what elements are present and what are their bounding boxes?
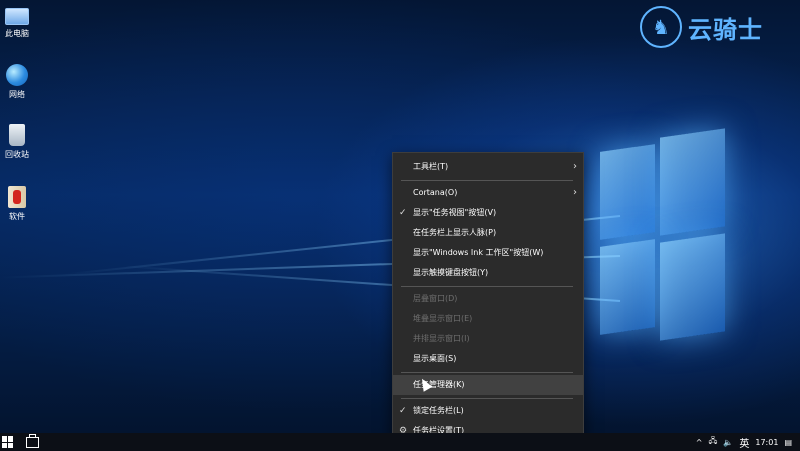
- menu-item-toolbars[interactable]: 工具栏(T) ›: [393, 157, 583, 177]
- tray-overflow-chevron[interactable]: ^: [696, 438, 703, 447]
- menu-item-cascade-windows: 层叠窗口(D): [393, 289, 583, 309]
- windows-logo-graphic: [600, 128, 725, 343]
- windows-start-icon[interactable]: [2, 436, 14, 448]
- software-folder-icon: [8, 186, 26, 208]
- desktop-icon-this-pc[interactable]: 此电脑: [2, 4, 32, 39]
- network-icon: [6, 64, 28, 86]
- watermark: ♞ 云骑士: [640, 6, 763, 48]
- checkmark-icon: ✓: [399, 208, 407, 218]
- menu-item-cortana[interactable]: Cortana(O) ›: [393, 183, 583, 203]
- volume-icon[interactable]: 🔈: [723, 438, 733, 447]
- system-tray: ^ 🖧 🔈 英 17:01 ▤: [696, 433, 800, 451]
- recycle-bin-icon: [9, 124, 25, 146]
- menu-separator: [401, 398, 573, 399]
- desktop-icon-label: 软件: [9, 212, 25, 221]
- menu-separator: [401, 372, 573, 373]
- menu-item-label: 堆叠显示窗口(E): [413, 314, 473, 323]
- desktop-icon-label: 回收站: [5, 150, 29, 159]
- desktop-icon-network[interactable]: 网络: [2, 64, 32, 100]
- menu-item-label: 显示"任务视图"按钮(V): [413, 208, 497, 217]
- computer-icon: [5, 8, 29, 25]
- watermark-text: 云骑士: [688, 15, 763, 44]
- menu-separator: [401, 286, 573, 287]
- desktop-icon-software[interactable]: 软件: [2, 186, 32, 222]
- menu-item-label: 显示触摸键盘按钮(Y): [413, 268, 489, 277]
- desktop-icon-label: 网络: [9, 90, 25, 99]
- input-language-indicator[interactable]: 英: [739, 435, 749, 450]
- menu-item-label: Cortana(O): [413, 188, 458, 197]
- menu-item-side-by-side-windows: 并排显示窗口(I): [393, 329, 583, 349]
- menu-item-label: 显示"Windows Ink 工作区"按钮(W): [413, 248, 544, 257]
- menu-item-lock-taskbar[interactable]: ✓ 锁定任务栏(L): [393, 401, 583, 421]
- menu-item-label: 在任务栏上显示人脉(P): [413, 228, 497, 237]
- menu-item-show-touch-keyboard[interactable]: 显示触摸键盘按钮(Y): [393, 263, 583, 283]
- network-icon[interactable]: 🖧: [708, 435, 717, 449]
- menu-item-label: 锁定任务栏(L): [413, 406, 464, 415]
- menu-item-show-task-view-button[interactable]: ✓ 显示"任务视图"按钮(V): [393, 203, 583, 223]
- desktop-icon-label: 此电脑: [5, 29, 29, 38]
- menu-item-label: 显示桌面(S): [413, 354, 457, 363]
- menu-item-label: 层叠窗口(D): [413, 294, 458, 303]
- menu-item-show-windows-ink[interactable]: 显示"Windows Ink 工作区"按钮(W): [393, 243, 583, 263]
- chevron-right-icon: ›: [573, 187, 577, 198]
- chevron-right-icon: ›: [573, 161, 577, 172]
- menu-item-stack-windows: 堆叠显示窗口(E): [393, 309, 583, 329]
- menu-item-show-desktop[interactable]: 显示桌面(S): [393, 349, 583, 369]
- desktop-icon-recycle-bin[interactable]: 回收站: [2, 124, 32, 160]
- taskbar[interactable]: ^ 🖧 🔈 英 17:01 ▤: [0, 433, 800, 451]
- taskbar-context-menu: 工具栏(T) › Cortana(O) › ✓ 显示"任务视图"按钮(V) 在任…: [392, 152, 584, 444]
- task-view-icon[interactable]: [26, 434, 39, 448]
- menu-separator: [401, 180, 573, 181]
- horse-rider-icon: ♞: [640, 6, 682, 48]
- menu-item-label: 并排显示窗口(I): [413, 334, 470, 343]
- menu-item-show-people[interactable]: 在任务栏上显示人脉(P): [393, 223, 583, 243]
- menu-item-label: 工具栏(T): [413, 162, 449, 171]
- clock-time[interactable]: 17:01: [755, 438, 778, 447]
- checkmark-icon: ✓: [399, 406, 407, 416]
- notification-center-icon[interactable]: ▤: [784, 438, 792, 447]
